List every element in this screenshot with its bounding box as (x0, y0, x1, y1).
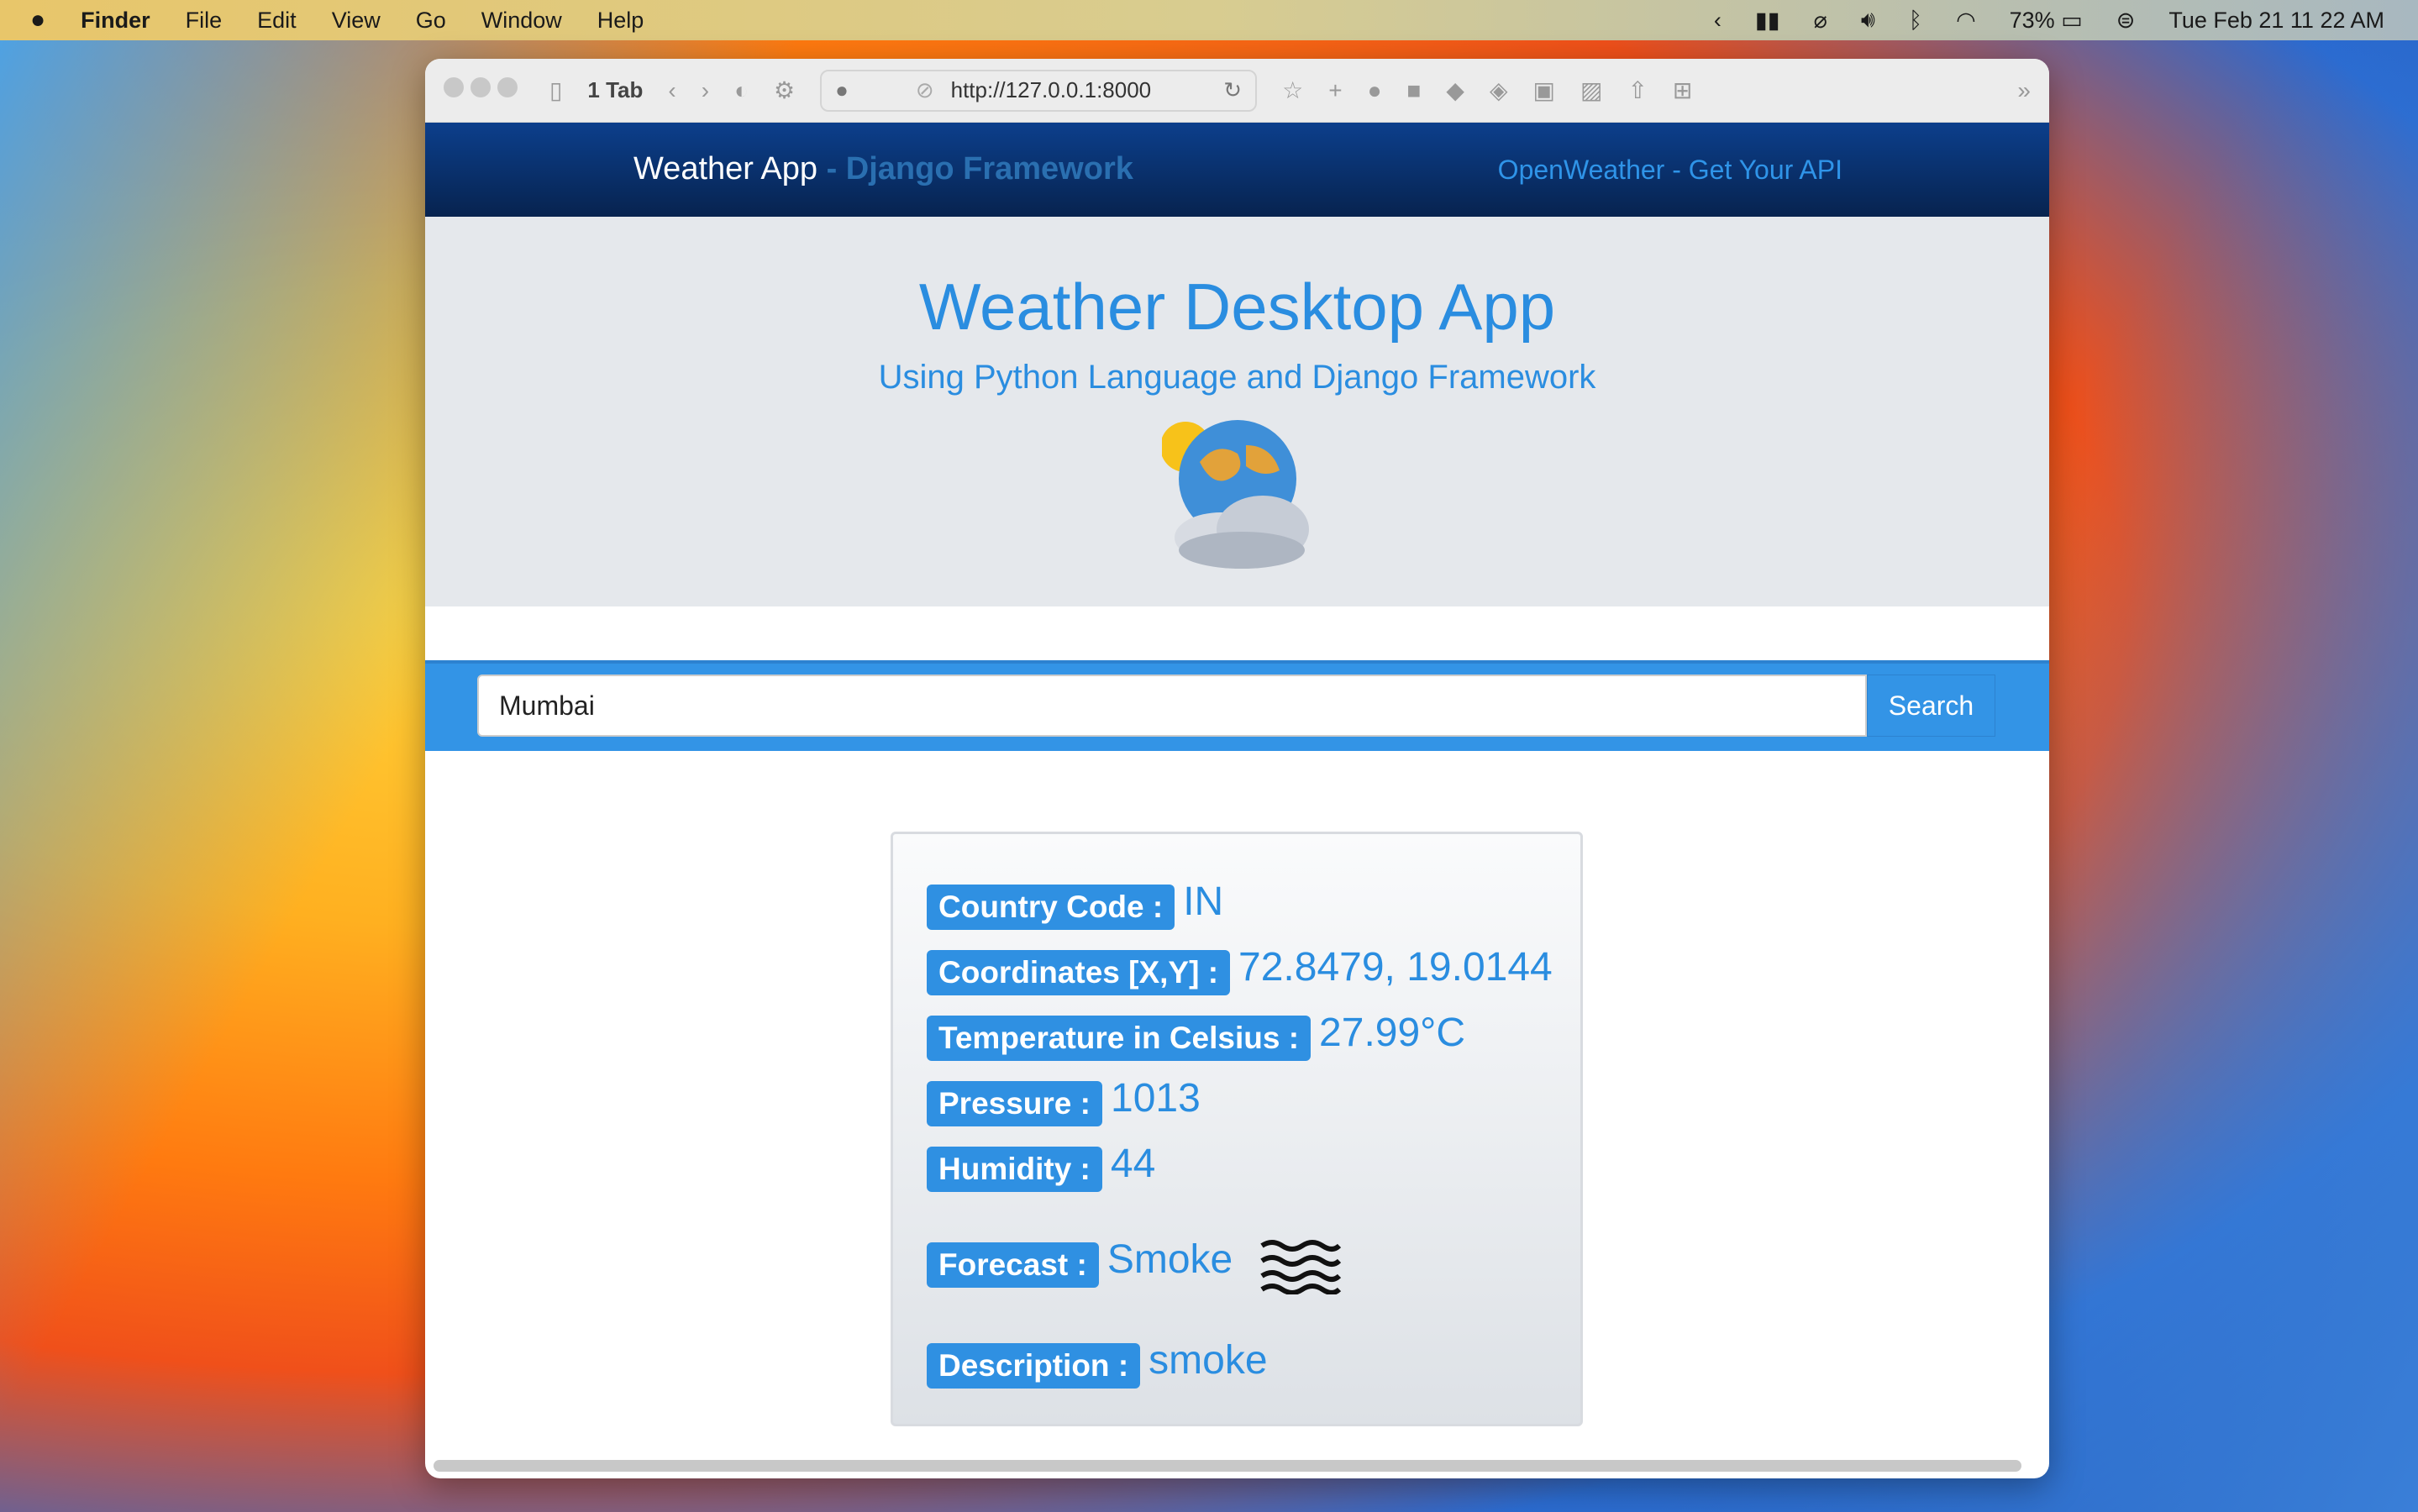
field-label: Temperature in Celsius : (927, 1016, 1312, 1061)
menu-view[interactable]: View (332, 8, 381, 34)
extension-icon-1[interactable]: ● (1368, 77, 1382, 104)
city-search-input[interactable] (477, 675, 1867, 737)
page-title: Weather Desktop App (918, 270, 1556, 344)
coordinates-row: Coordinates [X,Y] :72.8479, 19.0144 (927, 940, 1580, 1005)
tab-overview-icon[interactable]: ⊞ (1673, 76, 1692, 104)
menu-go[interactable]: Go (416, 8, 446, 34)
search-button[interactable]: Search (1867, 675, 1995, 737)
weather-globe-icon (1159, 412, 1313, 571)
field-label: Humidity : (927, 1147, 1102, 1192)
menu-file[interactable]: File (186, 8, 223, 34)
bluetooth-icon[interactable]: ᛒ (1909, 8, 1922, 34)
record-icon: ● (835, 77, 849, 102)
reload-icon[interactable]: ↻ (1223, 77, 1242, 103)
field-value: 1013 (1111, 1075, 1201, 1121)
clock[interactable]: Tue Feb 21 11 22 AM (2168, 8, 2384, 34)
more-icon[interactable]: » (2017, 77, 2031, 104)
menu-window[interactable]: Window (481, 8, 562, 34)
control-center-icon[interactable]: ⊜ (2116, 8, 2136, 34)
address-bar[interactable]: ● ⊘ http://127.0.0.1:8000 ↻ (820, 69, 1258, 112)
pressure-row: Pressure :1013 (927, 1071, 1580, 1137)
field-value: IN (1183, 879, 1224, 924)
wifi-icon[interactable]: ◠ (1956, 8, 1976, 34)
site-navbar: Weather App - Django Framework OpenWeath… (425, 123, 2049, 217)
humidity-row: Humidity :44 (927, 1137, 1580, 1202)
layout-icon[interactable]: ▮▮ (1755, 8, 1780, 34)
page-subtitle: Using Python Language and Django Framewo… (878, 359, 1596, 396)
country-code-row: Country Code : IN (927, 874, 1580, 940)
description-row: Description : smoke (927, 1333, 1580, 1399)
smoke-icon (1260, 1240, 1342, 1294)
browser-toolbar: ▯ 1 Tab ‹ › ◐ ⚙ ● ⊘ http://127.0.0.1:800… (425, 59, 2049, 123)
sidebar-icon[interactable]: ▯ (549, 76, 562, 104)
navbar-brand[interactable]: Weather App - Django Framework (633, 151, 1133, 187)
tab-count[interactable]: 1 Tab (587, 77, 643, 103)
brand-framework: Django Framework (845, 151, 1133, 186)
search-bar: Search (425, 660, 2049, 751)
chevron-left-icon[interactable]: ‹ (1714, 8, 1722, 34)
forward-icon[interactable]: › (702, 77, 709, 104)
extension-icon-2[interactable]: ■ (1406, 77, 1421, 104)
field-label: Coordinates [X,Y] : (927, 950, 1231, 995)
brand-sep: - (817, 151, 846, 186)
horizontal-scrollbar[interactable] (434, 1460, 2021, 1472)
lock-icon: ⊘ (915, 77, 934, 102)
browser-window: ▯ 1 Tab ‹ › ◐ ⚙ ● ⊘ http://127.0.0.1:800… (425, 59, 2049, 1478)
menu-bar: ● Finder File Edit View Go Window Help ‹… (0, 0, 2418, 40)
field-value: 27.99°C (1319, 1010, 1466, 1055)
menu-help[interactable]: Help (597, 8, 644, 34)
gear-icon[interactable]: ⚙ (774, 76, 795, 104)
window-controls[interactable] (444, 77, 524, 103)
openweather-api-link[interactable]: OpenWeather - Get Your API (1498, 155, 1842, 186)
menu-app-name[interactable]: Finder (81, 8, 150, 34)
battery-status[interactable]: 73% ▭ (2010, 8, 2083, 34)
field-value: smoke (1149, 1337, 1268, 1383)
brand-name: Weather App (633, 151, 818, 186)
menu-edit[interactable]: Edit (257, 8, 297, 34)
field-value: Smoke (1106, 1236, 1233, 1282)
share-icon[interactable]: ⇧ (1627, 76, 1647, 104)
forecast-row: Forecast : Smoke (927, 1232, 1580, 1298)
hero-section: Weather Desktop App Using Python Languag… (425, 217, 2049, 606)
battery-percent: 73% (2009, 7, 2055, 33)
volume-icon[interactable]: 🔊︎ (1861, 7, 1875, 34)
field-value: 44 (1110, 1141, 1156, 1186)
back-icon[interactable]: ‹ (668, 77, 675, 104)
extension-icon-3[interactable]: ◆ (1446, 76, 1464, 104)
field-label: Country Code : (927, 885, 1175, 930)
field-label: Description : (927, 1343, 1141, 1389)
extension-icon-4[interactable]: ◈ (1490, 76, 1508, 104)
field-value: 72.8479, 19.0144 (1238, 944, 1553, 990)
field-label: Forecast : (927, 1242, 1099, 1288)
paperclip-icon[interactable]: ⌀ (1814, 8, 1827, 34)
new-tab-icon[interactable]: + (1328, 77, 1342, 104)
url-text: http://127.0.0.1:8000 (950, 77, 1152, 102)
weather-result-card: Country Code : IN Coordinates [X,Y] :72.8… (891, 832, 1583, 1426)
bookmark-star-icon[interactable]: ☆ (1282, 76, 1303, 104)
extension-icon-5[interactable]: ▣ (1533, 76, 1555, 104)
extension-icon-6[interactable]: ▨ (1580, 76, 1602, 104)
temperature-row: Temperature in Celsius :27.99°C (927, 1005, 1580, 1071)
apple-icon[interactable]: ● (30, 6, 45, 34)
field-label: Pressure : (927, 1081, 1102, 1126)
shield-icon[interactable]: ◐ (734, 77, 749, 104)
